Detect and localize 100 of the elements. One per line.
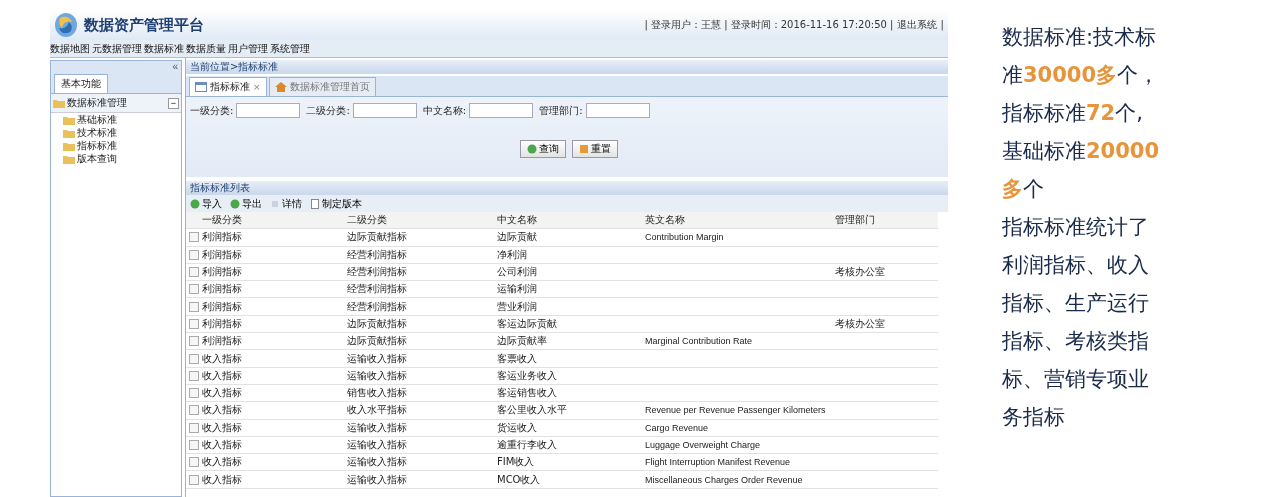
table-cell-text: 考核办公室 xyxy=(835,265,886,280)
menu-item[interactable]: 用户管理 xyxy=(228,41,268,56)
filter-label: 中文名称: xyxy=(422,103,467,118)
row-checkbox[interactable] xyxy=(189,388,199,399)
table-cell-text: 考核办公室 xyxy=(835,316,886,331)
row-checkbox[interactable] xyxy=(189,301,199,312)
toolbar-button[interactable]: 导出 xyxy=(226,196,266,211)
note-text: 指标标准72个, xyxy=(1002,100,1144,127)
toolbar-button[interactable]: 导入 xyxy=(186,196,226,211)
menu-item[interactable]: 数据质量 xyxy=(186,41,226,56)
filter-input[interactable] xyxy=(469,103,534,118)
folder-icon xyxy=(63,127,75,138)
table-cell-text: 净利润 xyxy=(497,247,528,262)
menu-item[interactable]: 数据标准 xyxy=(144,41,184,56)
table-cell-text: Luggage Overweight Charge xyxy=(645,440,762,450)
folder-icon xyxy=(63,140,75,151)
table-cell-text: 经营利润指标 xyxy=(347,299,408,314)
note-text: 指标标准统计了利润指标、收入指标、生产运行指标、考核类指标、营销专项业务指标 xyxy=(1002,214,1150,431)
row-checkbox[interactable] xyxy=(189,336,199,347)
circle-icon xyxy=(190,198,200,209)
row-checkbox[interactable] xyxy=(189,353,199,364)
menu-item[interactable]: 元数据管理 xyxy=(92,41,142,56)
table-cell-text: 收入指标 xyxy=(202,386,243,401)
filter-input[interactable] xyxy=(585,103,650,118)
table-cell-text: 运输收入指标 xyxy=(347,455,408,470)
table-cell-text: 收入指标 xyxy=(202,351,243,366)
table-cell-text: 边际贡献指标 xyxy=(347,316,408,331)
square-icon xyxy=(579,144,589,154)
row-checkbox[interactable] xyxy=(189,422,199,433)
table-cell-text: 运输收入指标 xyxy=(347,438,408,452)
circle-icon xyxy=(230,198,240,209)
table-cell-text: 营业利润 xyxy=(497,299,538,314)
tree-item[interactable]: 指标标准 xyxy=(77,138,117,153)
tab[interactable]: 数据标准管理首页 xyxy=(268,77,376,96)
table-cell-text: 边际贡献指标 xyxy=(347,334,408,349)
table-icon xyxy=(195,82,207,92)
menu-item[interactable]: 系统管理 xyxy=(270,41,310,56)
collapse-button[interactable]: « xyxy=(169,61,181,73)
table-cell-text: 边际贡献指标 xyxy=(347,230,408,245)
tree-item[interactable]: 技术标准 xyxy=(77,125,117,140)
sidebar-tab[interactable]: 基本功能 xyxy=(54,74,108,93)
table-cell-text: 运输收入指标 xyxy=(347,368,408,383)
row-checkbox[interactable] xyxy=(189,267,199,278)
table-cell-text: 利润指标 xyxy=(202,230,243,245)
toolbar-button[interactable]: 详情 xyxy=(266,196,306,211)
folder-icon xyxy=(53,98,65,108)
column-header[interactable]: 中文名称 xyxy=(497,213,645,228)
row-checkbox[interactable] xyxy=(189,249,199,260)
column-header[interactable]: 管理部门 xyxy=(835,213,935,228)
table-cell-text: 运输收入指标 xyxy=(347,420,408,435)
table-cell-text: 经营利润指标 xyxy=(347,247,408,262)
tree-item[interactable]: 基础标准 xyxy=(77,112,117,127)
tree-group[interactable]: 数据标准管理 xyxy=(67,96,166,110)
row-checkbox[interactable] xyxy=(189,232,199,243)
table-cell-text: 利润指标 xyxy=(202,247,243,262)
table-cell-text: 运输收入指标 xyxy=(347,351,408,366)
toolbar-button[interactable]: 制定版本 xyxy=(306,196,366,211)
note-text: 数据标准:技术标准30000多个， xyxy=(1002,24,1161,89)
table-cell-text: 客运边际贡献 xyxy=(497,316,558,331)
search-button[interactable]: 查询 xyxy=(520,140,566,158)
table-cell-text: 利润指标 xyxy=(202,265,243,280)
list-title: 指标标准列表 xyxy=(190,181,250,195)
table-cell-text: Miscellaneous Charges Order Revenue xyxy=(645,474,804,485)
table-cell-text: 客运销售收入 xyxy=(497,386,558,401)
house-icon xyxy=(274,82,287,92)
table-cell-text: 利润指标 xyxy=(202,334,243,349)
table-cell-text: 客公里收入水平 xyxy=(497,403,568,418)
table-cell-text: MCO收入 xyxy=(497,472,542,487)
row-checkbox[interactable] xyxy=(189,474,199,485)
column-header[interactable]: 一级分类 xyxy=(202,213,347,228)
tab[interactable]: 指标标准 × xyxy=(189,77,267,96)
row-checkbox[interactable] xyxy=(189,318,199,329)
table-cell-text: Cargo Revenue xyxy=(645,422,710,433)
column-header[interactable]: 英文名称 xyxy=(645,213,835,228)
row-checkbox[interactable] xyxy=(189,457,199,468)
table-cell-text: 逾重行李收入 xyxy=(497,438,558,452)
table-cell-text: 收入指标 xyxy=(202,438,243,452)
menu-item[interactable]: 数据地图 xyxy=(50,41,90,56)
collapse-toggle[interactable]: − xyxy=(168,97,179,109)
table-cell-text: 利润指标 xyxy=(202,316,243,331)
table-cell-text: 收入指标 xyxy=(202,403,243,418)
table-cell-text: 利润指标 xyxy=(202,282,243,297)
table-cell-text: 经营利润指标 xyxy=(347,265,408,280)
folder-icon xyxy=(63,153,75,164)
row-checkbox[interactable] xyxy=(189,440,199,450)
login-info: | 登录用户：王慧 | 登录时间：2016-11-16 17:20:50 | xyxy=(644,18,894,32)
row-checkbox[interactable] xyxy=(189,405,199,416)
table-cell-text: 客票收入 xyxy=(497,351,538,366)
filter-input[interactable] xyxy=(352,103,417,118)
table-cell-text: 收入指标 xyxy=(202,368,243,383)
tree-item[interactable]: 版本查询 xyxy=(77,151,117,166)
note-text: 基础标准20000多个 xyxy=(1002,138,1161,203)
column-header[interactable]: 二级分类 xyxy=(347,213,497,228)
logout-link[interactable]: 退出系统 | xyxy=(897,18,944,32)
table-cell-text: 收入指标 xyxy=(202,472,243,487)
row-checkbox[interactable] xyxy=(189,370,199,381)
reset-button[interactable]: 重置 xyxy=(572,140,618,158)
table-cell-text: 边际贡献 xyxy=(497,230,538,245)
row-checkbox[interactable] xyxy=(189,284,199,295)
filter-input[interactable] xyxy=(236,103,301,118)
